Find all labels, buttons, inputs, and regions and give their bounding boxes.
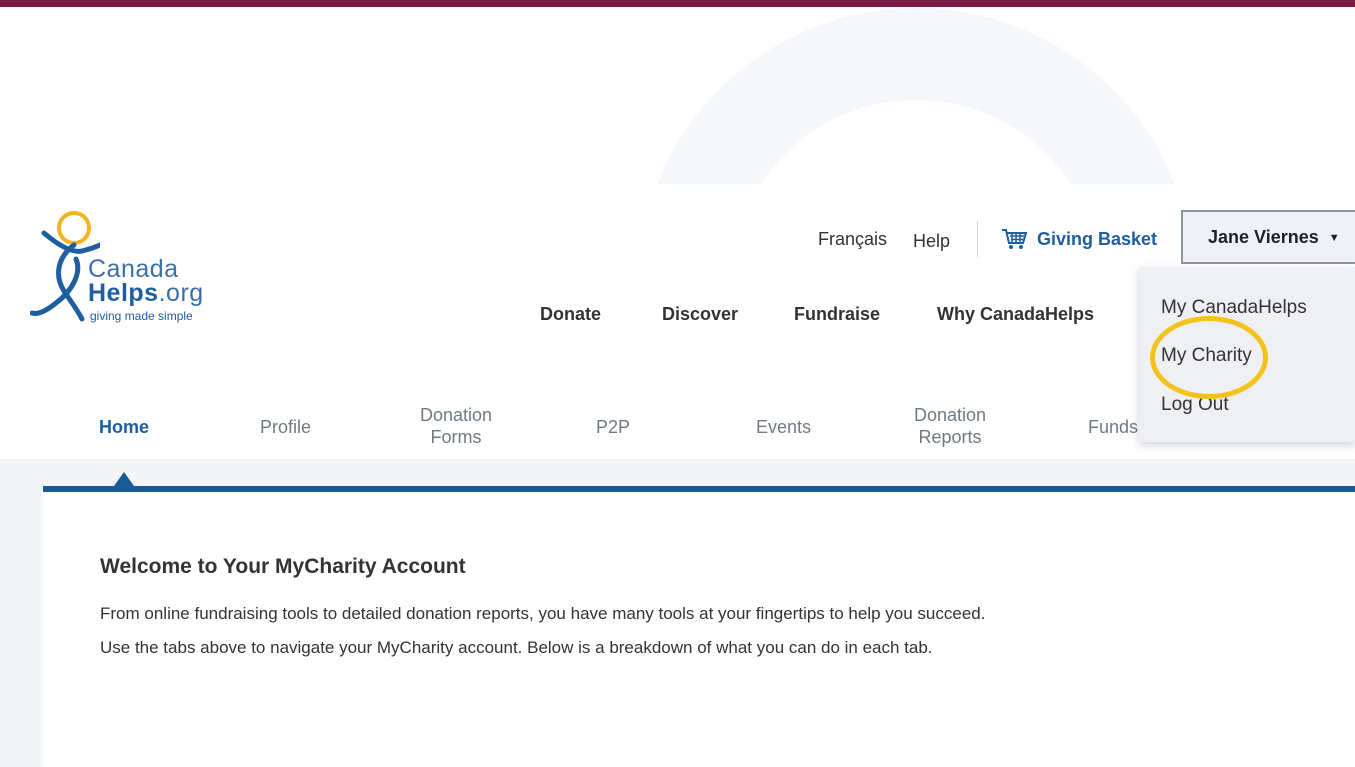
tab-p2p[interactable]: P2P	[596, 416, 630, 438]
caret-down-icon: ▼	[1328, 232, 1340, 244]
giving-basket-link[interactable]: Giving Basket	[1000, 227, 1157, 251]
menu-item-my-canadahelps[interactable]: My CanadaHelps	[1161, 297, 1307, 319]
language-link[interactable]: Français	[818, 229, 887, 250]
canadahelps-logo[interactable]: Canada Helps.org giving made simple	[30, 205, 240, 325]
tab-events[interactable]: Events	[756, 416, 811, 438]
tab-donation-forms[interactable]: Donation Forms	[413, 404, 499, 448]
tab-home[interactable]: Home	[99, 416, 149, 438]
active-tab-pointer	[114, 472, 134, 486]
tab-profile[interactable]: Profile	[260, 416, 311, 438]
welcome-panel: Welcome to Your MyCharity Account From o…	[43, 486, 1355, 767]
highlight-annotation	[1150, 316, 1268, 399]
cart-icon	[1002, 229, 1028, 249]
background-arc	[638, 8, 1194, 184]
nav-donate[interactable]: Donate	[540, 304, 601, 325]
nav-fundraise[interactable]: Fundraise	[794, 304, 880, 325]
intro-text-1: From online fundraising tools to detaile…	[100, 604, 986, 623]
tab-donation-reports[interactable]: Donation Reports	[906, 404, 994, 448]
help-link[interactable]: Help	[913, 231, 950, 252]
user-name: Jane Viernes	[1208, 226, 1319, 247]
nav-why-canadahelps[interactable]: Why CanadaHelps	[937, 304, 1094, 325]
logo-tagline: giving made simple	[90, 309, 193, 323]
utility-divider	[977, 221, 978, 257]
tab-funds[interactable]: Funds	[1088, 416, 1138, 438]
giving-basket-label: Giving Basket	[1037, 228, 1158, 249]
top-accent-bar	[0, 0, 1355, 7]
intro-text-2: Use the tabs above to navigate your MyCh…	[100, 638, 933, 657]
nav-discover[interactable]: Discover	[662, 304, 738, 325]
logo-word-helps: Helps.org	[88, 279, 204, 307]
welcome-heading: Welcome to Your MyCharity Account	[100, 555, 466, 578]
user-account-button[interactable]: Jane Viernes ▼	[1181, 210, 1355, 264]
